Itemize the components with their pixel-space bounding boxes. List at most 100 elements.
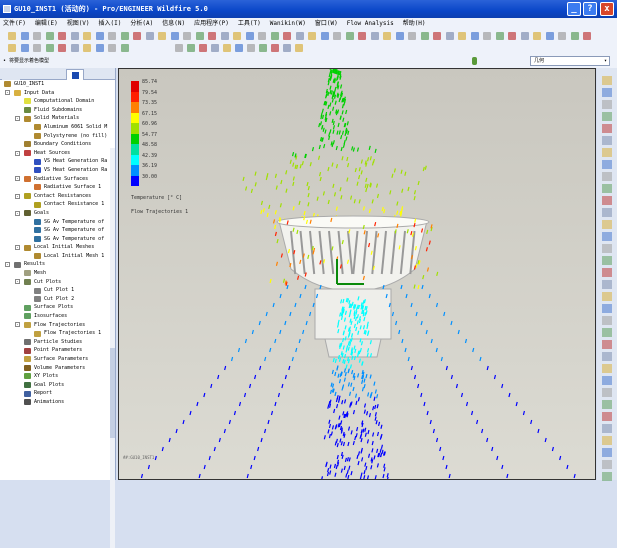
toolbar-button[interactable] xyxy=(333,32,341,40)
collapse-icon[interactable]: - xyxy=(15,322,20,327)
tree-item[interactable]: -Flow Trajectories xyxy=(0,321,115,330)
collapse-icon[interactable]: - xyxy=(15,279,20,284)
toolbar-button[interactable] xyxy=(96,32,104,40)
tree-item[interactable]: Animations xyxy=(0,398,115,407)
toolbar-button[interactable] xyxy=(358,32,366,40)
toolbar-button[interactable] xyxy=(446,32,454,40)
collapse-icon[interactable]: - xyxy=(15,176,20,181)
toolbar-button[interactable] xyxy=(602,364,612,373)
menu-item[interactable]: Flow Analysis xyxy=(347,20,394,27)
tab-favorites[interactable] xyxy=(46,69,64,80)
toolbar-button[interactable] xyxy=(602,292,612,301)
toolbar-button[interactable] xyxy=(408,32,416,40)
collapse-icon[interactable]: - xyxy=(15,194,20,199)
toolbar-button[interactable] xyxy=(158,32,166,40)
tree-item[interactable]: Computational Domain xyxy=(0,97,115,106)
toolbar-button[interactable] xyxy=(508,32,516,40)
toolbar-button[interactable] xyxy=(483,32,491,40)
graphics-viewport[interactable]: 85.7479.5473.3567.1560.9654.7748.5842.39… xyxy=(118,68,596,480)
toolbar-button[interactable] xyxy=(383,32,391,40)
toolbar-button[interactable] xyxy=(187,44,195,52)
toolbar-button[interactable] xyxy=(283,44,291,52)
toolbar-button[interactable] xyxy=(271,44,279,52)
toolbar-button[interactable] xyxy=(471,32,479,40)
toolbar-button[interactable] xyxy=(602,232,612,241)
tree-item[interactable]: Aluminum 6061 Solid M xyxy=(0,123,115,132)
menu-item[interactable]: 编辑(E) xyxy=(35,20,58,27)
toolbar-button[interactable] xyxy=(8,32,16,40)
menu-item[interactable]: 视图(V) xyxy=(67,20,90,27)
toolbar-button[interactable] xyxy=(602,244,612,253)
toolbar-button[interactable] xyxy=(602,112,612,121)
toolbar-button[interactable] xyxy=(602,340,612,349)
toolbar-button[interactable] xyxy=(58,44,66,52)
tree-item[interactable]: Polystyrene (no fill) xyxy=(0,132,115,141)
toolbar-button[interactable] xyxy=(602,184,612,193)
tree-item[interactable]: Report xyxy=(0,389,115,398)
toolbar-button[interactable] xyxy=(246,32,254,40)
toolbar-button[interactable] xyxy=(602,148,612,157)
tree-item[interactable]: Goal Plots xyxy=(0,381,115,390)
toolbar-button[interactable] xyxy=(602,76,612,85)
toolbar-button[interactable] xyxy=(602,328,612,337)
toolbar-button[interactable] xyxy=(196,32,204,40)
toolbar-button[interactable] xyxy=(533,32,541,40)
toolbar-button[interactable] xyxy=(321,32,329,40)
menu-item[interactable]: 插入(I) xyxy=(99,20,122,27)
tree-item[interactable]: Local Initial Mesh 1 xyxy=(0,252,115,261)
toolbar-button[interactable] xyxy=(396,32,404,40)
toolbar-button[interactable] xyxy=(208,32,216,40)
toolbar-button[interactable] xyxy=(96,44,104,52)
tree-item[interactable]: Fluid Subdomains xyxy=(0,106,115,115)
toolbar-button[interactable] xyxy=(271,32,279,40)
toolbar-button[interactable] xyxy=(71,44,79,52)
toolbar-button[interactable] xyxy=(21,44,29,52)
toolbar-button[interactable] xyxy=(247,44,255,52)
toolbar-button[interactable] xyxy=(433,32,441,40)
toolbar-button[interactable] xyxy=(33,44,41,52)
tree-item[interactable]: -Heat Sources xyxy=(0,149,115,158)
toolbar-button[interactable] xyxy=(602,280,612,289)
toolbar-button[interactable] xyxy=(602,388,612,397)
tree-item[interactable]: Surface Plots xyxy=(0,303,115,312)
tree-item[interactable]: Contact Resistance 1 xyxy=(0,200,115,209)
minimize-button[interactable]: _ xyxy=(567,2,581,16)
toolbar-button[interactable] xyxy=(602,376,612,385)
toolbar-button[interactable] xyxy=(371,32,379,40)
tree-item[interactable]: Radiative Surface 1 xyxy=(0,183,115,192)
tree-item[interactable]: Cut Plot 2 xyxy=(0,295,115,304)
toolbar-button[interactable] xyxy=(121,44,129,52)
toolbar-button[interactable] xyxy=(108,32,116,40)
toolbar-button[interactable] xyxy=(602,460,612,469)
toolbar-button[interactable] xyxy=(83,32,91,40)
toolbar-button[interactable] xyxy=(602,412,612,421)
toolbar-button[interactable] xyxy=(233,32,241,40)
toolbar-button[interactable] xyxy=(521,32,529,40)
toolbar-button[interactable] xyxy=(602,124,612,133)
tree-item[interactable]: -Solid Materials xyxy=(0,114,115,123)
tree-item[interactable]: Particle Studies xyxy=(0,338,115,347)
tree-item[interactable]: SG Av Temperature of xyxy=(0,235,115,244)
toolbar-button[interactable] xyxy=(558,32,566,40)
toolbar-button[interactable] xyxy=(602,256,612,265)
toolbar-button[interactable] xyxy=(211,44,219,52)
toolbar-button[interactable] xyxy=(602,316,612,325)
toolbar-button[interactable] xyxy=(296,32,304,40)
toolbar-button[interactable] xyxy=(421,32,429,40)
toolbar-button[interactable] xyxy=(602,100,612,109)
toolbar-button[interactable] xyxy=(175,44,183,52)
toolbar-button[interactable] xyxy=(458,32,466,40)
toolbar-button[interactable] xyxy=(308,32,316,40)
tree-item[interactable]: SG Av Temperature of xyxy=(0,218,115,227)
toolbar-button[interactable] xyxy=(602,160,612,169)
tree-item[interactable]: Surface Parameters xyxy=(0,355,115,364)
toolbar-button[interactable] xyxy=(602,448,612,457)
toolbar-button[interactable] xyxy=(602,400,612,409)
toolbar-button[interactable] xyxy=(121,32,129,40)
menu-item[interactable]: 工具(T) xyxy=(238,20,261,27)
collapse-icon[interactable]: - xyxy=(15,151,20,156)
toolbar-button[interactable] xyxy=(602,172,612,181)
collapse-icon[interactable]: - xyxy=(15,211,20,216)
tree-item[interactable]: -Local Initial Meshes xyxy=(0,243,115,252)
tree-item[interactable]: Mesh xyxy=(0,269,115,278)
